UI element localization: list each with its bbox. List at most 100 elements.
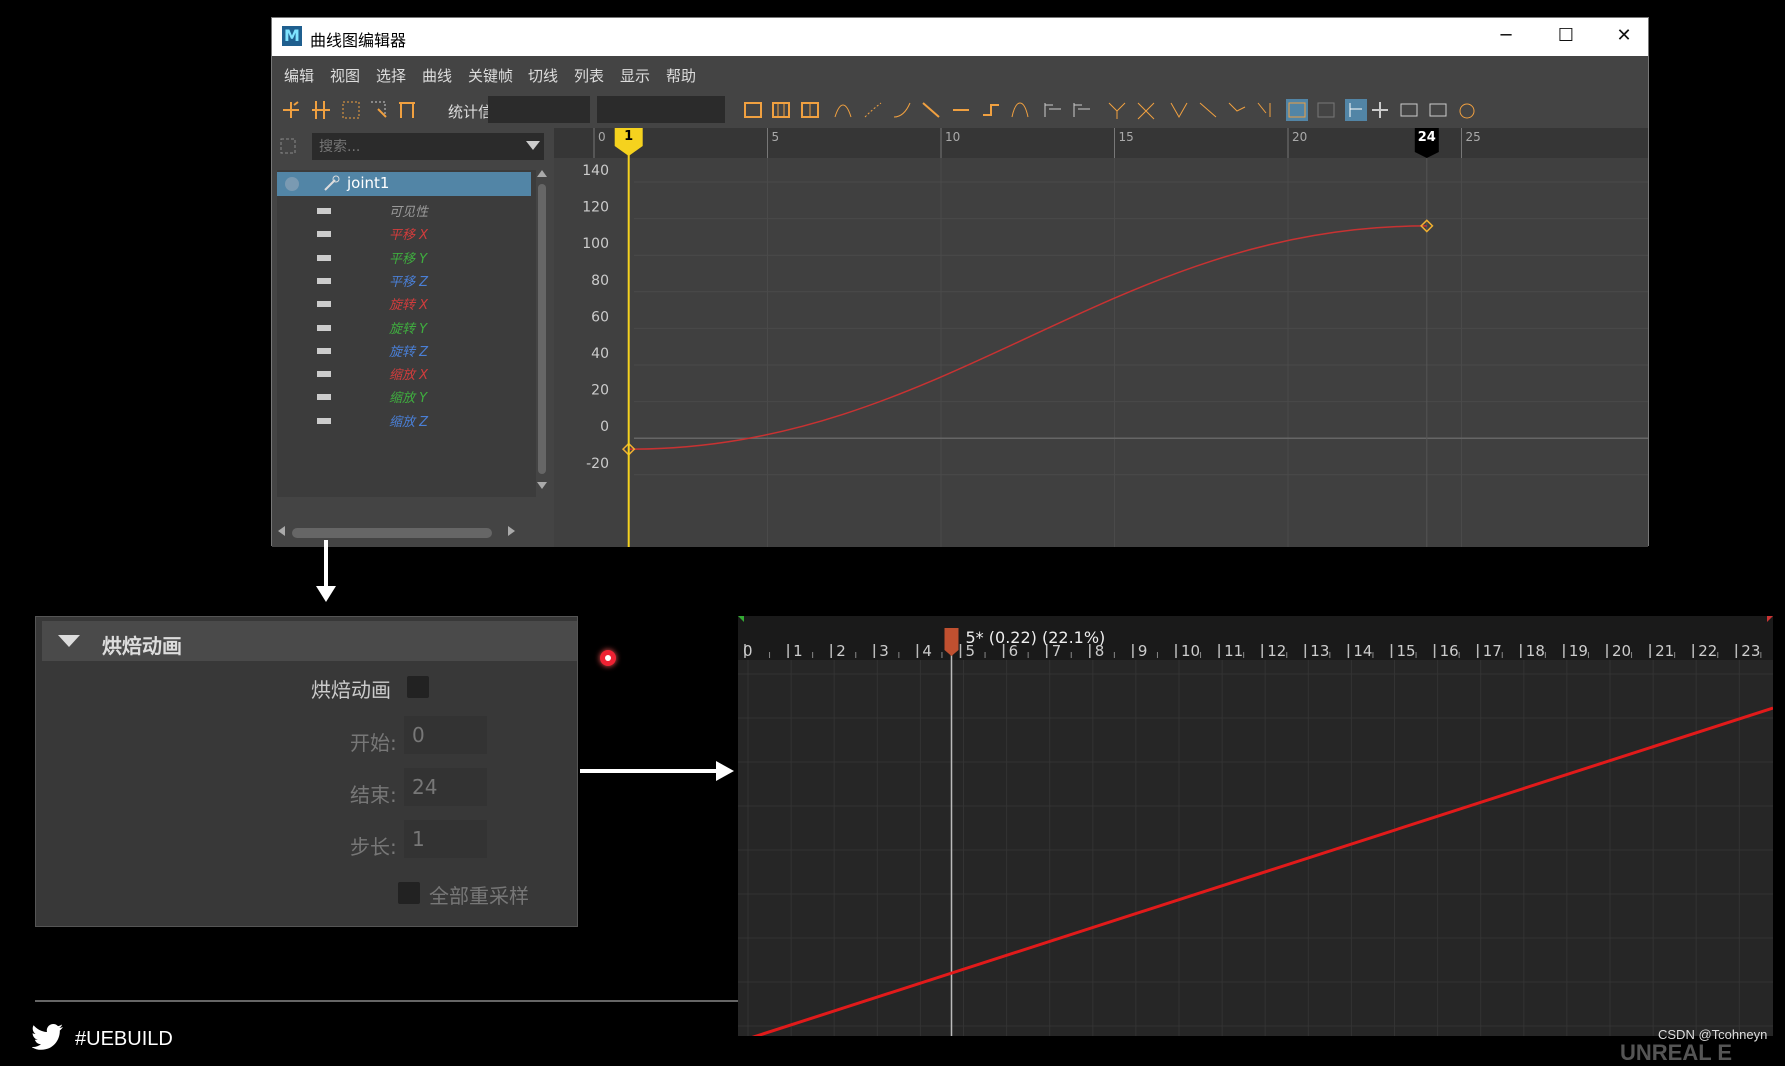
- move-key-icon[interactable]: [280, 99, 302, 121]
- graph-view[interactable]: 0 5 10 15 20 25 140 120 100 80 60 40 20 0 -20 1 24: [554, 128, 1648, 547]
- arrow-right: [580, 769, 720, 773]
- lattice-icon[interactable]: [340, 99, 362, 121]
- search-input[interactable]: [317, 136, 511, 158]
- channel-row[interactable]: 可见性: [277, 198, 531, 224]
- menu-list[interactable]: 列表: [574, 65, 604, 86]
- ruler-tick-label: 11: [1224, 642, 1243, 660]
- spline-tangent-icon[interactable]: [862, 99, 884, 121]
- retime-icon[interactable]: [396, 99, 418, 121]
- region-icon[interactable]: [368, 99, 390, 121]
- lock-weight-icon[interactable]: [1197, 99, 1219, 121]
- scroll-left-icon[interactable]: [278, 526, 285, 536]
- move-view-icon[interactable]: [1369, 99, 1391, 121]
- swap-buffer-icon[interactable]: [1071, 99, 1093, 121]
- menu-keys[interactable]: 关键帧: [468, 65, 513, 86]
- buffer-curve-icon[interactable]: [1042, 99, 1064, 121]
- outliner-node-joint1[interactable]: joint1: [277, 172, 531, 196]
- center-current-icon[interactable]: [799, 99, 821, 121]
- resample-checkbox[interactable]: [398, 882, 420, 904]
- channel-label: 平移 Z: [389, 274, 429, 290]
- plateau-tangent-icon[interactable]: [1009, 99, 1031, 121]
- channel-key-icon: [317, 277, 331, 284]
- y-tick-label: 120: [582, 200, 609, 216]
- break-tangent-icon[interactable]: [1106, 99, 1128, 121]
- stats-field-2[interactable]: [597, 96, 725, 123]
- start-input[interactable]: 0: [404, 716, 487, 754]
- isolate-curve-icon[interactable]: [1345, 99, 1367, 121]
- vertical-scrollbar[interactable]: [536, 170, 548, 490]
- non-weighted-icon[interactable]: [1255, 99, 1277, 121]
- bake-animation-checkbox[interactable]: [407, 676, 429, 698]
- ruler-tick-label: 15: [1119, 130, 1134, 144]
- linear-tangent-icon[interactable]: [920, 99, 942, 121]
- resample-label: 全部重采样: [429, 884, 529, 908]
- free-weight-icon[interactable]: [1168, 99, 1190, 121]
- window-title: 曲线图编辑器: [310, 31, 407, 50]
- insert-key-icon[interactable]: [310, 99, 332, 121]
- collapse-icon[interactable]: [285, 177, 299, 191]
- time-snap-icon[interactable]: [1398, 99, 1420, 121]
- clamped-tangent-icon[interactable]: [891, 99, 913, 121]
- expand-triangle-icon[interactable]: [58, 635, 80, 647]
- channel-row[interactable]: 平移 X: [277, 221, 531, 247]
- menu-bar: 编辑 视图 选择 曲线 关键帧 切线 列表 显示 帮助: [272, 56, 1648, 92]
- channel-row[interactable]: 旋转 Y: [277, 315, 531, 341]
- menu-tangents[interactable]: 切线: [528, 65, 558, 86]
- ruler-tick-label: 19: [1569, 642, 1588, 660]
- unify-tangent-icon[interactable]: [1135, 99, 1157, 121]
- channel-row[interactable]: 旋转 X: [277, 291, 531, 317]
- channel-row[interactable]: 平移 Z: [277, 268, 531, 294]
- ruler-tick-label: 16: [1440, 642, 1459, 660]
- frame-all-icon[interactable]: [742, 99, 764, 121]
- channel-row[interactable]: 缩放 Y: [277, 384, 531, 410]
- horizontal-scrollbar[interactable]: [292, 528, 492, 538]
- step-tangent-icon[interactable]: [980, 99, 1002, 121]
- menu-view[interactable]: 视图: [330, 65, 360, 86]
- end-input[interactable]: 24: [404, 768, 487, 806]
- ruler-tick-label: 10: [1181, 642, 1200, 660]
- close-button[interactable]: ✕: [1602, 22, 1646, 50]
- search-box: [312, 133, 544, 160]
- menu-select[interactable]: 选择: [376, 65, 406, 86]
- flat-tangent-icon[interactable]: [950, 99, 972, 121]
- step-input[interactable]: 1: [404, 820, 487, 858]
- auto-tangent-icon[interactable]: [832, 99, 854, 121]
- scroll-thumb[interactable]: [538, 184, 546, 474]
- channel-row[interactable]: 缩放 Z: [277, 408, 531, 434]
- ruler-tick-label: 23: [1741, 642, 1760, 660]
- menu-show[interactable]: 显示: [620, 65, 650, 86]
- maximize-button[interactable]: ☐: [1544, 22, 1588, 50]
- channel-row[interactable]: 缩放 X: [277, 361, 531, 387]
- stats-field-1[interactable]: [488, 96, 590, 123]
- ruler-tick-label: 9: [1138, 642, 1148, 660]
- frame-playback-icon[interactable]: [770, 99, 792, 121]
- channel-key-icon: [317, 347, 331, 354]
- bake-section-title: 烘焙动画: [102, 634, 182, 658]
- channel-label: 缩放 X: [389, 368, 429, 384]
- weighted-icon[interactable]: [1226, 99, 1248, 121]
- filter-icon[interactable]: [278, 136, 298, 156]
- scroll-up-icon[interactable]: [537, 170, 547, 177]
- dope-sheet-icon[interactable]: [1286, 99, 1308, 121]
- bake-section-header[interactable]: 烘焙动画: [42, 621, 577, 661]
- stopwatch-icon[interactable]: [1456, 99, 1478, 121]
- menu-edit[interactable]: 编辑: [284, 65, 314, 86]
- channel-key-icon: [317, 371, 331, 378]
- ruler-tick-label: 1: [793, 642, 803, 660]
- ue-curve-editor[interactable]: 0 1 2 3 4 5 6 7 8 9 10 11 12 13 14 15 16 17 18 19 20 21 22 23 5…: [738, 616, 1773, 1036]
- menu-help[interactable]: 帮助: [666, 65, 696, 86]
- node-label: joint1: [347, 174, 390, 192]
- y-tick-label: -20: [586, 456, 609, 472]
- channel-row[interactable]: 旋转 Z: [277, 338, 531, 364]
- minimize-button[interactable]: ─: [1484, 22, 1528, 50]
- channel-row[interactable]: 平移 Y: [277, 245, 531, 271]
- y-tick-label: 100: [582, 236, 609, 252]
- menu-curves[interactable]: 曲线: [422, 65, 452, 86]
- scroll-down-icon[interactable]: [537, 482, 547, 489]
- value-snap-icon[interactable]: [1427, 99, 1449, 121]
- chevron-down-icon[interactable]: [526, 141, 540, 150]
- ruler-tick-label: 15: [1397, 642, 1416, 660]
- scroll-right-icon[interactable]: [508, 526, 515, 536]
- channel-key-icon: [317, 208, 331, 214]
- trax-icon[interactable]: [1315, 99, 1337, 121]
